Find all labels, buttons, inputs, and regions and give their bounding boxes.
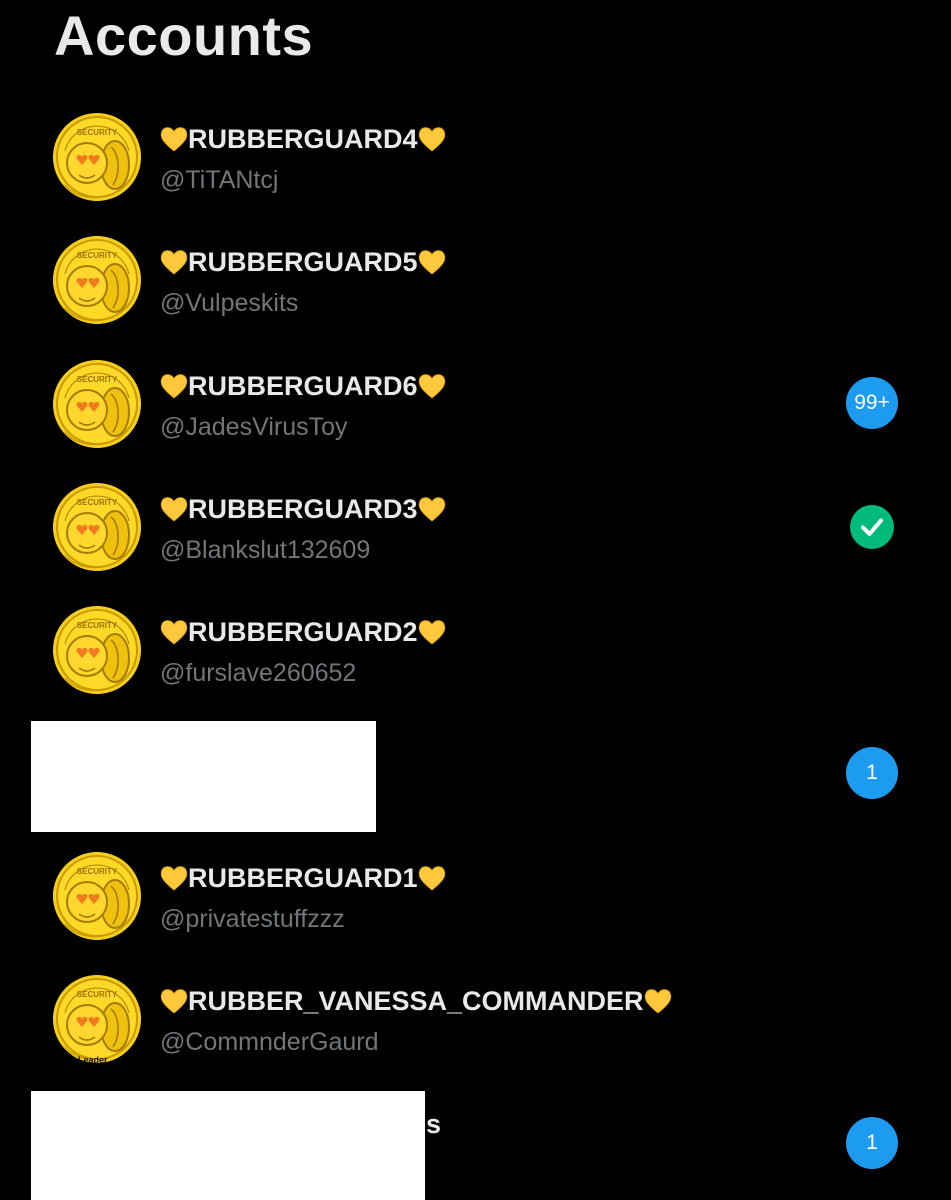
account-display-name: RUBBERGUARD6 <box>160 370 446 402</box>
active-account-check-icon <box>850 505 894 549</box>
account-name-text: RUBBERGUARD4 <box>188 124 418 154</box>
account-name-text: RUBBERGUARD5 <box>188 247 418 277</box>
account-handle: @Blankslut132609 <box>160 536 371 564</box>
avatar <box>53 483 141 571</box>
account-row-redacted[interactable]: 1 <box>0 720 951 832</box>
yellow-heart-icon <box>418 126 446 152</box>
account-display-name: RUBBERGUARD5 <box>160 246 446 278</box>
page-title: Accounts <box>54 4 314 67</box>
avatar-caption: Leader <box>78 1055 108 1065</box>
yellow-heart-icon <box>418 496 446 522</box>
gold-coin-avatar-icon <box>53 852 141 940</box>
avatar <box>53 360 141 448</box>
yellow-heart-icon <box>418 619 446 645</box>
yellow-heart-icon <box>160 619 188 645</box>
unread-count-badge: 99+ <box>846 377 898 429</box>
yellow-heart-icon <box>160 865 188 891</box>
partial-name-text: s <box>426 1109 442 1139</box>
yellow-heart-icon <box>160 126 188 152</box>
avatar <box>53 975 141 1063</box>
account-name-text: RUBBERGUARD3 <box>188 494 418 524</box>
yellow-heart-icon <box>418 249 446 275</box>
account-handle: @JadesVirusToy <box>160 413 348 441</box>
account-handle: @Vulpeskits <box>160 289 299 317</box>
redaction-box <box>31 1091 425 1200</box>
account-name-text: RUBBER_VANESSA_COMMANDER <box>188 986 644 1016</box>
yellow-heart-icon <box>160 988 188 1014</box>
account-handle: @furslave260652 <box>160 659 357 687</box>
gold-coin-avatar-icon <box>53 113 141 201</box>
gold-coin-avatar-icon <box>53 975 141 1063</box>
yellow-heart-icon <box>644 988 672 1014</box>
yellow-heart-icon <box>418 373 446 399</box>
redaction-box <box>31 721 376 832</box>
avatar <box>53 606 141 694</box>
account-display-name: RUBBERGUARD4 <box>160 123 446 155</box>
account-name-text: RUBBERGUARD2 <box>188 617 418 647</box>
accounts-screen: Accounts RUBBERGUARD4 @TiTANtcj RUBBERGU… <box>0 0 951 1200</box>
account-display-name: RUBBERGUARD2 <box>160 616 446 648</box>
avatar <box>53 113 141 201</box>
account-name-text: RUBBERGUARD1 <box>188 863 418 893</box>
gold-coin-avatar-icon <box>53 236 141 324</box>
account-row-rubberguard5[interactable]: RUBBERGUARD5 @Vulpeskits <box>0 236 951 346</box>
gold-coin-avatar-icon <box>53 606 141 694</box>
gold-coin-avatar-icon <box>53 360 141 448</box>
yellow-heart-icon <box>160 249 188 275</box>
account-row-rubberguard3[interactable]: RUBBERGUARD3 @Blankslut132609 <box>0 483 951 593</box>
account-handle: @privatestuffzzz <box>160 905 345 933</box>
account-display-name: RUBBERGUARD3 <box>160 493 446 525</box>
account-handle: @TiTANtcj <box>160 166 279 194</box>
avatar <box>53 852 141 940</box>
account-row-rubberguard4[interactable]: RUBBERGUARD4 @TiTANtcj <box>0 113 951 223</box>
account-row-redacted[interactable]: s 1 <box>0 1090 951 1200</box>
account-name-text: RUBBERGUARD6 <box>188 371 418 401</box>
account-display-name: RUBBER_VANESSA_COMMANDER <box>160 985 672 1017</box>
account-row-rubberguard1[interactable]: RUBBERGUARD1 @privatestuffzzz <box>0 852 951 962</box>
account-row-rubberguard2[interactable]: RUBBERGUARD2 @furslave260652 <box>0 606 951 716</box>
account-row-rubberguard6[interactable]: RUBBERGUARD6 @JadesVirusToy 99+ <box>0 360 951 470</box>
unread-count-badge: 1 <box>846 1117 898 1169</box>
account-row-commander[interactable]: Leader RUBBER_VANESSA_COMMANDER @Commnde… <box>0 975 951 1085</box>
unread-count-badge: 1 <box>846 747 898 799</box>
avatar <box>53 236 141 324</box>
account-handle: @CommnderGaurd <box>160 1028 379 1056</box>
account-display-name: RUBBERGUARD1 <box>160 862 446 894</box>
yellow-heart-icon <box>160 373 188 399</box>
yellow-heart-icon <box>418 865 446 891</box>
gold-coin-avatar-icon <box>53 483 141 571</box>
yellow-heart-icon <box>160 496 188 522</box>
